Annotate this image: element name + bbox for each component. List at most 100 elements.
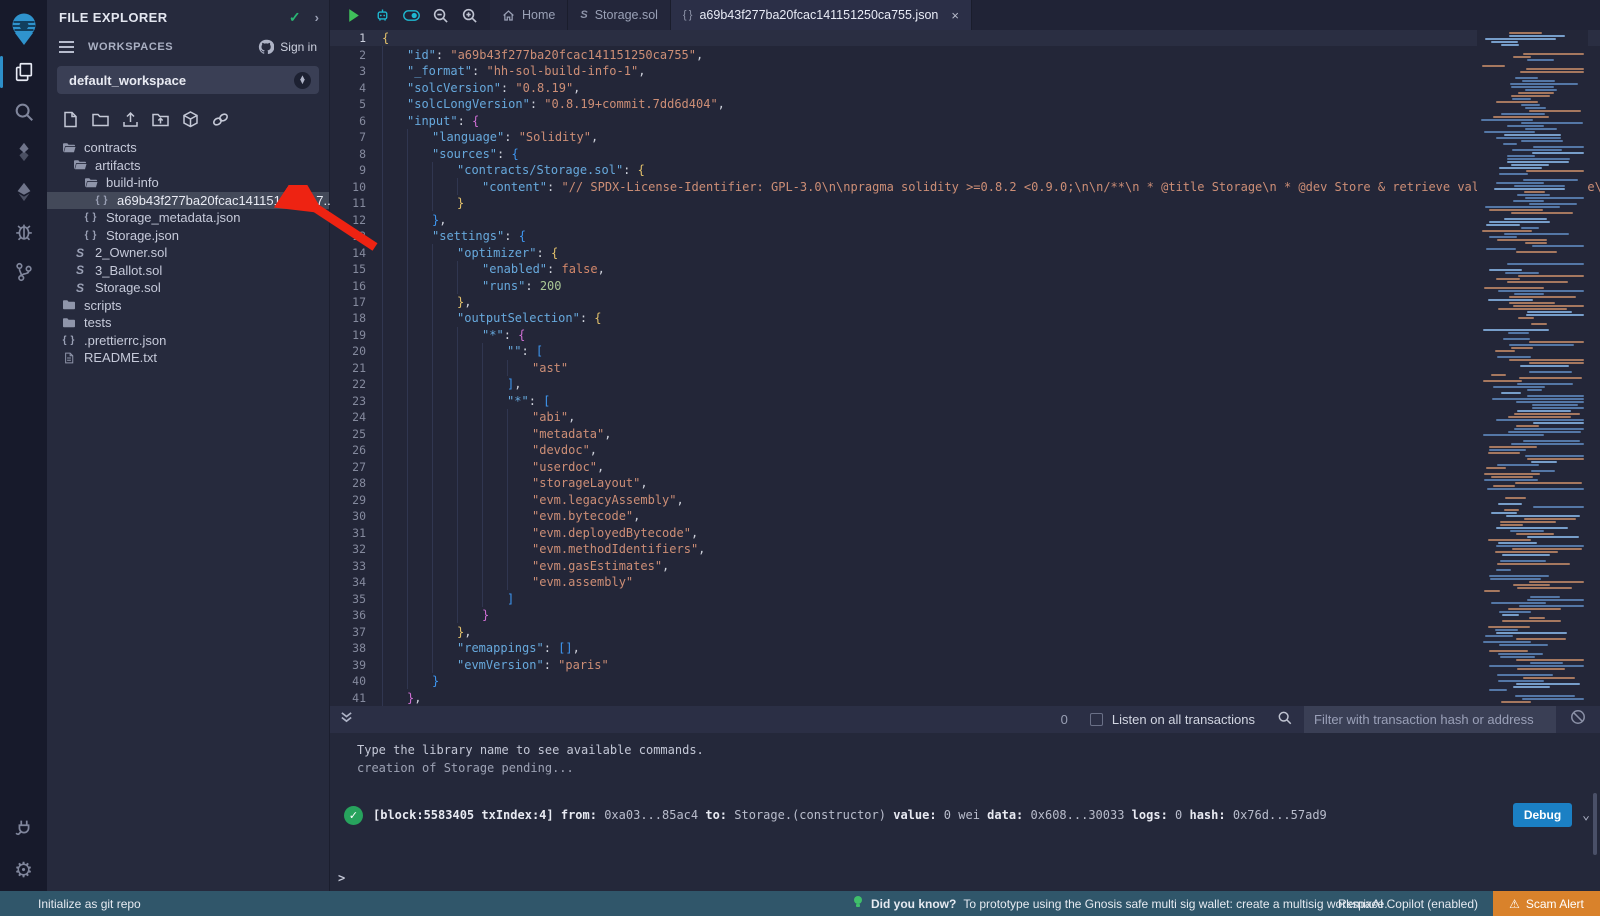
code-line: 39"evmVersion": "paris" <box>330 656 1600 672</box>
code-line: 28"storageLayout", <box>330 475 1600 491</box>
new-file-icon[interactable] <box>61 110 80 129</box>
code-line: 31"evm.deployedBytecode", <box>330 525 1600 541</box>
tree-item-readme-txt[interactable]: README.txt <box>47 349 329 367</box>
terminal-output: Type the library name to see available c… <box>330 733 1600 891</box>
sidebar-icon-deploy-run[interactable] <box>0 172 47 212</box>
file-explorer-title: FILE EXPLORER <box>59 10 289 25</box>
copilot-status[interactable]: RemixAI Copilot (enabled) <box>1338 897 1478 911</box>
tree-item-build-info[interactable]: build-info <box>47 174 329 192</box>
solidity-file-icon: S <box>72 246 88 260</box>
code-line: 19"*": { <box>330 327 1600 343</box>
tree-item-artifacts[interactable]: artifacts <box>47 157 329 175</box>
check-icon: ✓ <box>289 9 301 26</box>
git-init-button[interactable]: Initialize as git repo <box>38 897 141 911</box>
tree-item-storage-metadata-json[interactable]: { }Storage_metadata.json <box>47 209 329 227</box>
tree-item-2-owner-sol[interactable]: S2_Owner.sol <box>47 244 329 262</box>
terminal-prompt[interactable]: > <box>338 871 345 885</box>
tree-item-contracts[interactable]: contracts <box>47 139 329 157</box>
code-line: 16"runs": 200 <box>330 277 1600 293</box>
terminal-scrollbar[interactable] <box>1593 793 1597 855</box>
code-line: 17}, <box>330 294 1600 310</box>
tab-a69b43f277ba20fcac141151250ca755-json[interactable]: { }a69b43f277ba20fcac141151250ca755.json… <box>671 0 972 30</box>
github-icon <box>258 39 274 55</box>
code-line: 2"id": "a69b43f277ba20fcac141151250ca755… <box>330 46 1600 62</box>
code-line: 20"": [ <box>330 343 1600 359</box>
json-file-icon: { } <box>94 193 110 207</box>
terminal-search-icon[interactable] <box>1277 710 1292 730</box>
workspace-select-arrows-icon: ▲▼ <box>294 72 311 89</box>
load-ipfs-icon[interactable] <box>181 110 200 129</box>
upload-folder-icon[interactable] <box>151 110 170 129</box>
debug-button[interactable]: Debug <box>1513 803 1572 827</box>
run-script-button[interactable] <box>342 4 364 26</box>
file-icon <box>61 351 77 365</box>
sidebar-icon-settings[interactable]: ⚙ <box>0 849 47 891</box>
sidebar-icon-file-explorer[interactable] <box>0 52 47 92</box>
upload-file-icon[interactable] <box>121 110 140 129</box>
tree-item-storage-json[interactable]: { }Storage.json <box>47 227 329 245</box>
code-line: 18"outputSelection": { <box>330 310 1600 326</box>
close-tab-icon[interactable]: × <box>951 8 959 23</box>
tree-item-3-ballot-sol[interactable]: S3_Ballot.sol <box>47 262 329 280</box>
tree-item-a69b43f277ba20fcac141151250ca7-[interactable]: { }a69b43f277ba20fcac141151250ca7... <box>47 192 329 210</box>
tree-item--prettierrc-json[interactable]: { }.prettierrc.json <box>47 332 329 350</box>
tab-storage-sol[interactable]: SStorage.sol <box>568 0 671 30</box>
code-line: 11} <box>330 195 1600 211</box>
clear-console-icon[interactable] <box>1570 709 1586 730</box>
status-bar: Initialize as git repo Did you know? To … <box>0 891 1600 916</box>
tree-item-tests[interactable]: tests <box>47 314 329 332</box>
json-file-icon: { } <box>83 228 99 242</box>
tree-item-scripts[interactable]: scripts <box>47 297 329 315</box>
terminal-collapse-icon[interactable] <box>340 711 358 729</box>
code-line: 14"optimizer": { <box>330 244 1600 260</box>
folder-icon <box>61 298 77 312</box>
code-line: 8"sources": { <box>330 145 1600 161</box>
code-line: 5"solcLongVersion": "0.8.19+commit.7dd6d… <box>330 96 1600 112</box>
workspace-select[interactable]: default_workspace ▲▼ <box>57 66 319 94</box>
sidebar-icon-plugin-manager[interactable] <box>0 807 47 849</box>
code-line: 25"metadata", <box>330 426 1600 442</box>
expand-log-icon[interactable]: ⌄ <box>1582 808 1590 823</box>
code-line: 6"input": { <box>330 112 1600 128</box>
sign-in-button[interactable]: Sign in <box>258 39 317 55</box>
code-line: 29"evm.legacyAssembly", <box>330 492 1600 508</box>
code-line: 3"_format": "hh-sol-build-info-1", <box>330 63 1600 79</box>
zoom-in-icon[interactable] <box>458 4 480 26</box>
listen-transactions-label: Listen on all transactions <box>1112 712 1255 727</box>
solidity-file-icon: S <box>72 281 88 295</box>
ai-copilot-icon[interactable] <box>371 4 393 26</box>
zoom-out-icon[interactable] <box>429 4 451 26</box>
load-url-icon[interactable] <box>211 110 230 129</box>
code-line: 15"enabled": false, <box>330 261 1600 277</box>
copilot-toggle[interactable] <box>400 4 422 26</box>
code-line: 9"contracts/Storage.sol": { <box>330 162 1600 178</box>
transaction-filter-input[interactable] <box>1304 706 1556 733</box>
code-line: 12}, <box>330 211 1600 227</box>
code-line: 40} <box>330 673 1600 689</box>
remix-logo[interactable] <box>0 6 47 52</box>
scam-alert-badge[interactable]: ⚠ Scam Alert <box>1493 891 1600 916</box>
transaction-log-row[interactable]: ✓ [block:5583405 txIndex:4] from: 0xa03.… <box>344 803 1590 827</box>
chevron-right-icon[interactable]: › <box>315 10 319 25</box>
workspaces-label: WORKSPACES <box>88 41 258 53</box>
tree-item-storage-sol[interactable]: SStorage.sol <box>47 279 329 297</box>
transaction-count: 0 <box>1061 712 1068 727</box>
sidebar-icon-search[interactable] <box>0 92 47 132</box>
sidebar-icon-solidity-compiler[interactable] <box>0 132 47 172</box>
json-file-icon: { } <box>83 211 99 225</box>
folder-icon <box>61 316 77 330</box>
activity-bar: ⚙ <box>0 0 47 891</box>
tab-home[interactable]: Home <box>490 0 568 30</box>
lightbulb-icon <box>852 895 864 912</box>
editor-pane: HomeSStorage.sol{ }a69b43f277ba20fcac141… <box>330 0 1600 891</box>
terminal-line: Type the library name to see available c… <box>357 741 1600 759</box>
workspaces-menu-icon[interactable] <box>59 38 74 56</box>
code-line: 1{ <box>330 30 1600 46</box>
new-folder-icon[interactable] <box>91 110 110 129</box>
sidebar-icon-debugger[interactable] <box>0 212 47 252</box>
code-editor[interactable]: 1{2"id": "a69b43f277ba20fcac141151250ca7… <box>330 30 1600 706</box>
listen-transactions-checkbox[interactable] <box>1090 713 1103 726</box>
sidebar-icon-git[interactable] <box>0 252 47 292</box>
code-line: 4"solcVersion": "0.8.19", <box>330 79 1600 95</box>
minimap[interactable] <box>1477 30 1588 706</box>
